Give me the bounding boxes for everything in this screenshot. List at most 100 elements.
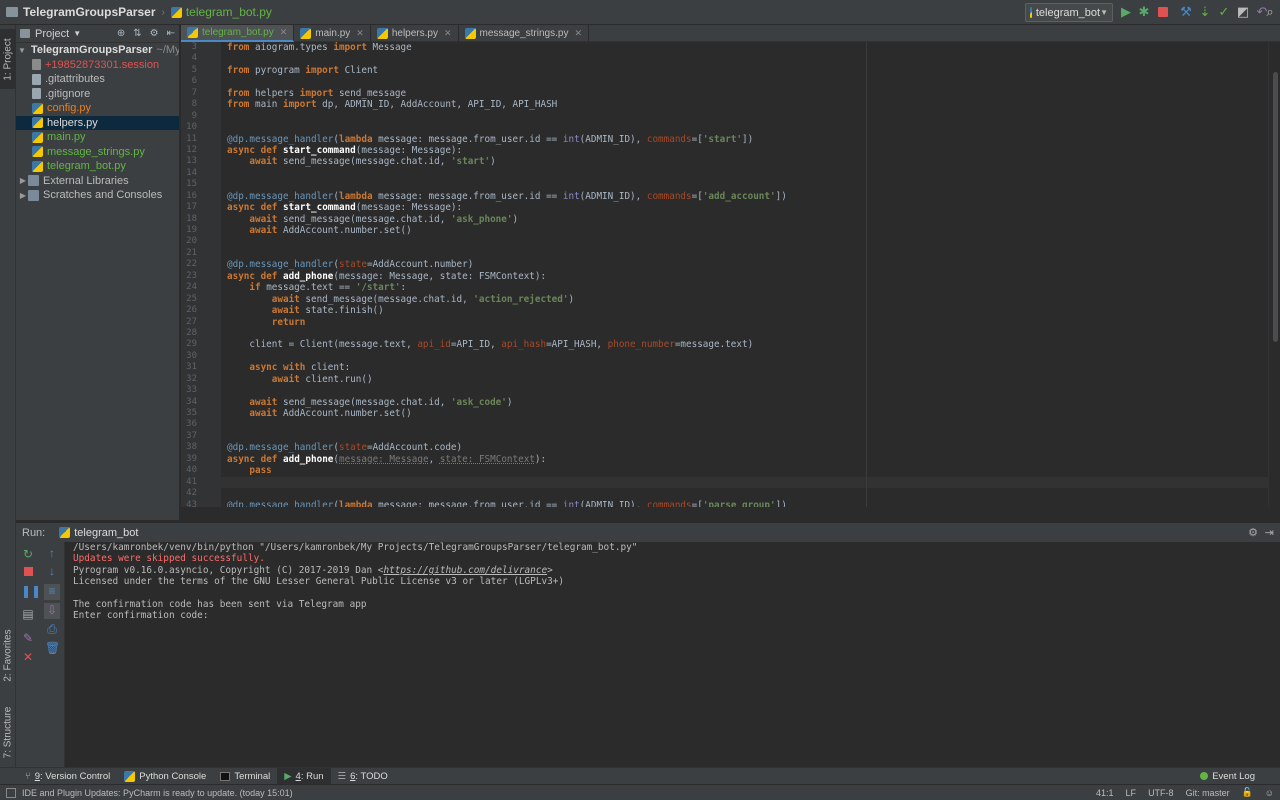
code-line[interactable] — [221, 419, 1268, 430]
code-line[interactable]: from helpers import send_message — [221, 88, 1268, 99]
gear-icon[interactable]: ⚙ — [1248, 526, 1258, 539]
code-line[interactable] — [221, 122, 1268, 133]
caret-position[interactable]: 41:1 — [1090, 788, 1120, 798]
code-line[interactable]: async def add_phone(message: Message, st… — [221, 454, 1268, 465]
code-line[interactable]: await AddAccount.number.set() — [221, 225, 1268, 236]
console-link[interactable]: https://github.com/delivrance — [383, 565, 547, 576]
code-line[interactable]: @dp.message_handler(lambda message: mess… — [221, 134, 1268, 145]
code-line[interactable] — [221, 248, 1268, 259]
close-icon[interactable]: ✕ — [574, 28, 582, 39]
code-line[interactable] — [221, 76, 1268, 87]
locate-icon[interactable]: ⊕ — [117, 28, 125, 39]
editor-scrollbar[interactable] — [1268, 42, 1280, 507]
vcs-commit-icon[interactable]: ✓ — [1217, 5, 1231, 19]
tool-event-log[interactable]: Event Log — [1193, 768, 1262, 785]
run-console-output[interactable]: /Users/kamronbek/venv/bin/python "/Users… — [65, 542, 1280, 767]
hide-panel-icon[interactable]: ⇥ — [1265, 526, 1274, 539]
code-line[interactable] — [221, 168, 1268, 179]
code-editor[interactable]: from aiogram.types import Message from p… — [221, 42, 1268, 507]
code-line[interactable]: client = Client(message.text, api_id=API… — [221, 339, 1268, 350]
code-line[interactable] — [221, 111, 1268, 122]
gear-icon[interactable]: ⚙ — [150, 28, 159, 39]
code-line[interactable]: from aiogram.types import Message — [221, 42, 1268, 53]
breadcrumb-project[interactable]: TelegramGroupsParser — [0, 0, 162, 25]
code-line[interactable]: await send_message(message.chat.id, 'ask… — [221, 214, 1268, 225]
code-line[interactable]: pass — [221, 465, 1268, 476]
lock-icon[interactable]: 🔓 — [1236, 787, 1259, 798]
tool-run[interactable]: ▶ 4: Run — [277, 767, 331, 785]
code-line[interactable] — [221, 431, 1268, 442]
pin-icon[interactable]: ✎ — [21, 631, 35, 645]
chevron-down-icon[interactable]: ▼ — [73, 29, 81, 38]
pause-icon[interactable]: ❚❚ — [21, 584, 41, 598]
status-message[interactable]: IDE and Plugin Updates: PyCharm is ready… — [16, 788, 299, 798]
close-icon[interactable]: ✕ — [280, 27, 288, 38]
tree-item-gitignore[interactable]: .gitignore — [16, 87, 179, 102]
code-line[interactable] — [221, 351, 1268, 362]
search-everywhere-icon[interactable]: ⌕ — [1263, 5, 1277, 19]
code-line[interactable]: async def start_command(message: Message… — [221, 202, 1268, 213]
toggle-tool-windows-icon[interactable] — [6, 787, 16, 798]
tab-message-strings[interactable]: message_strings.py ✕ — [459, 25, 589, 42]
close-icon[interactable]: ✕ — [356, 28, 364, 39]
tab-main[interactable]: main.py ✕ — [294, 25, 371, 42]
tab-project-tool[interactable]: 1: Project — [0, 29, 16, 89]
code-line[interactable]: @dp.message_handler(lambda message: mess… — [221, 500, 1268, 508]
code-line[interactable] — [221, 179, 1268, 190]
scroll-to-end-icon[interactable]: ⇩ — [44, 603, 60, 619]
line-separator[interactable]: LF — [1120, 788, 1143, 798]
tab-structure-tool[interactable]: 7: Structure — [0, 697, 16, 767]
code-line[interactable]: await state.finish() — [221, 305, 1268, 316]
trash-icon[interactable]: 🗑 — [45, 641, 60, 655]
code-line[interactable] — [221, 53, 1268, 64]
vcs-history-icon[interactable]: ◩ — [1236, 5, 1250, 19]
up-icon[interactable]: ↑ — [45, 546, 59, 560]
code-line[interactable] — [221, 488, 1268, 499]
dump-threads-icon[interactable]: ▤ — [21, 607, 35, 621]
code-line[interactable]: await AddAccount.number.set() — [221, 408, 1268, 419]
breadcrumb-file[interactable]: telegram_bot.py — [165, 0, 278, 25]
code-line[interactable]: await client.run() — [221, 374, 1268, 385]
code-line[interactable]: async def start_command(message: Message… — [221, 145, 1268, 156]
build-icon[interactable]: ⚒ — [1179, 5, 1193, 19]
tree-item-scratches[interactable]: ▶ Scratches and Consoles — [16, 188, 179, 203]
stop-icon[interactable] — [1156, 5, 1170, 19]
vcs-update-icon[interactable]: ⇣ — [1198, 5, 1212, 19]
stop-icon[interactable] — [21, 565, 35, 579]
tree-item-gitattributes[interactable]: .gitattributes — [16, 72, 179, 87]
tab-telegram-bot[interactable]: telegram_bot.py ✕ — [181, 25, 295, 42]
inspection-icon[interactable]: ☺ — [1259, 788, 1280, 798]
tree-item-helpers[interactable]: helpers.py — [16, 115, 179, 130]
tool-todo[interactable]: ☰ 6: TODO — [331, 768, 395, 785]
down-icon[interactable]: ↓ — [45, 564, 59, 578]
code-line[interactable]: async def add_phone(message: Message, st… — [221, 271, 1268, 282]
debug-icon[interactable]: ✱ — [1137, 5, 1151, 19]
hide-panel-icon[interactable]: ⇤ — [167, 28, 175, 39]
code-line[interactable]: await send_message(message.chat.id, 'sta… — [221, 156, 1268, 167]
tool-terminal[interactable]: Terminal — [213, 768, 277, 785]
project-view-select[interactable]: Project — [35, 28, 69, 40]
tree-item-external-libraries[interactable]: ▶ External Libraries — [16, 174, 179, 189]
code-line[interactable]: @dp.message_handler(state=AddAccount.cod… — [221, 442, 1268, 453]
scrollbar-thumb[interactable] — [1273, 72, 1278, 342]
code-line[interactable]: await send_message(message.chat.id, 'ask… — [221, 397, 1268, 408]
tree-item-telegram-bot[interactable]: telegram_bot.py — [16, 159, 179, 174]
run-icon[interactable]: ▶ — [1119, 5, 1133, 19]
code-line[interactable]: async with client: — [221, 362, 1268, 373]
tree-item-root[interactable]: ▼ TelegramGroupsParser ~/My — [16, 43, 179, 58]
code-line[interactable] — [221, 385, 1268, 396]
code-line[interactable]: return — [221, 317, 1268, 328]
tab-favorites-tool[interactable]: 2: Favorites — [0, 620, 16, 690]
tool-python-console[interactable]: Python Console — [117, 768, 213, 785]
collapse-icon[interactable]: ⇅ — [133, 28, 141, 39]
file-encoding[interactable]: UTF-8 — [1142, 788, 1180, 798]
run-configuration-select[interactable]: telegram_bot ▼ — [1025, 3, 1113, 22]
code-line[interactable]: if message.text == '/start': — [221, 282, 1268, 293]
tree-item-message-strings[interactable]: message_strings.py — [16, 145, 179, 160]
tree-item-config[interactable]: config.py — [16, 101, 179, 116]
tab-helpers[interactable]: helpers.py ✕ — [371, 25, 459, 42]
tree-item-session[interactable]: +19852873301.session — [16, 58, 179, 73]
tree-item-main[interactable]: main.py — [16, 130, 179, 145]
tool-version-control[interactable]: ⑂ 9: Version Control — [18, 768, 117, 785]
code-line[interactable] — [221, 328, 1268, 339]
